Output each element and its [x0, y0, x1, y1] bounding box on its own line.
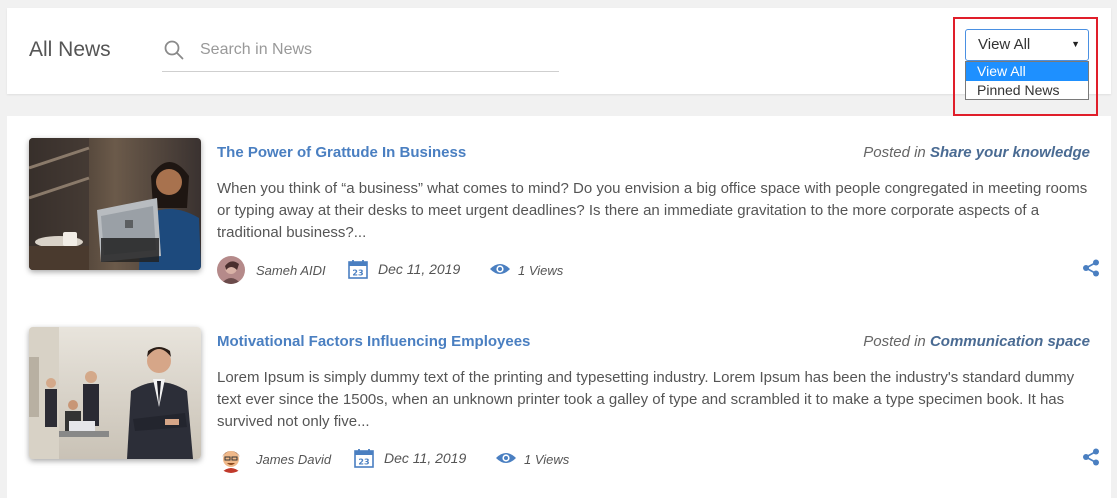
filter-select-value: View All	[978, 36, 1031, 53]
eye-icon	[496, 453, 516, 463]
eye-icon	[490, 264, 510, 274]
avatar[interactable]	[217, 256, 245, 284]
news-excerpt: When you think of “a business” what come…	[217, 180, 1088, 241]
news-item: The Power of Grattude In Business Posted…	[7, 138, 1111, 288]
filter-dropdown: View All Pinned News	[965, 61, 1089, 100]
news-meta: Sameh AIDI 23 Dec 11, 2019 1 Views	[217, 256, 1102, 284]
page-title: All News	[29, 38, 111, 61]
news-thumbnail[interactable]	[29, 138, 201, 270]
author-name[interactable]: Sameh AIDI	[256, 263, 326, 278]
search-icon[interactable]	[164, 40, 184, 60]
news-category-link[interactable]: Communication space	[930, 333, 1090, 350]
posted-in-label: Posted in	[863, 144, 926, 161]
chevron-down-icon: ▼	[1071, 39, 1080, 49]
calendar-icon: 23	[348, 260, 368, 279]
news-list: The Power of Grattude In Business Posted…	[7, 116, 1111, 498]
calendar-day-text: 23	[352, 269, 363, 278]
search-input[interactable]	[198, 38, 548, 62]
news-excerpt: Lorem Ipsum is simply dummy text of the …	[217, 369, 1075, 430]
search-bar[interactable]	[162, 34, 559, 72]
news-category-link[interactable]: Share your knowledge	[930, 144, 1090, 161]
share-icon[interactable]	[1082, 448, 1100, 466]
calendar-day-text: 23	[358, 458, 369, 467]
news-views: 1 Views	[518, 263, 564, 278]
filter-option-pinned-news[interactable]: Pinned News	[966, 81, 1088, 100]
news-date: Dec 11, 2019	[384, 450, 467, 466]
posted-in: Posted in Communication space	[863, 333, 1090, 350]
filter-option-view-all[interactable]: View All	[966, 62, 1088, 81]
news-item: Motivational Factors Influencing Employe…	[7, 327, 1111, 477]
news-title[interactable]: Motivational Factors Influencing Employe…	[217, 333, 530, 350]
news-date: Dec 11, 2019	[378, 261, 461, 277]
calendar-icon: 23	[354, 449, 374, 468]
author-name[interactable]: James David	[256, 452, 331, 467]
news-thumbnail[interactable]	[29, 327, 201, 459]
news-meta: James David 23 Dec 11, 2019 1 Views	[217, 445, 1102, 473]
posted-in-label: Posted in	[863, 333, 926, 350]
news-title[interactable]: The Power of Grattude In Business	[217, 144, 466, 161]
news-header: All News	[7, 8, 1111, 94]
avatar[interactable]	[217, 445, 245, 473]
share-icon[interactable]	[1082, 259, 1100, 277]
news-views: 1 Views	[524, 452, 570, 467]
posted-in: Posted in Share your knowledge	[863, 144, 1090, 161]
filter-select[interactable]: View All ▼	[965, 29, 1089, 61]
